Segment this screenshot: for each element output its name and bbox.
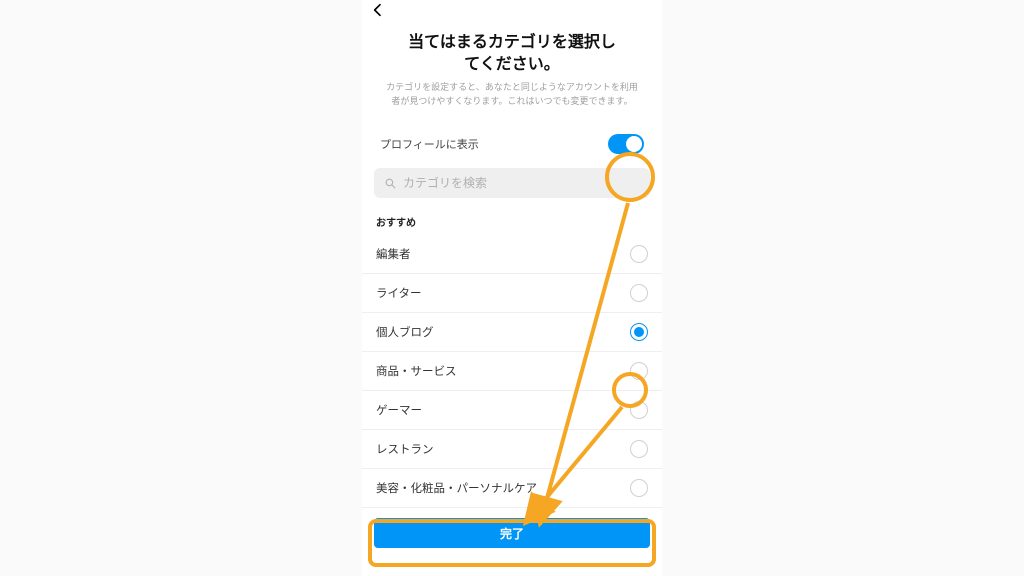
category-radio[interactable] xyxy=(630,440,648,458)
category-item[interactable]: 編集者 xyxy=(362,235,662,274)
category-item[interactable]: ゲーマー xyxy=(362,391,662,430)
back-button[interactable] xyxy=(370,2,390,22)
page-description: カテゴリを設定すると、あなたと同じようなアカウントを利用者が見つけやすくなります… xyxy=(362,81,662,126)
category-label: ライター xyxy=(376,285,422,301)
category-radio[interactable] xyxy=(630,362,648,380)
page-title: 当てはまるカテゴリを選択し てください。 xyxy=(362,24,662,81)
category-item[interactable]: 個人ブログ xyxy=(362,313,662,352)
search-icon xyxy=(384,177,397,190)
screen: 当てはまるカテゴリを選択し てください。 カテゴリを設定すると、あなたと同じよう… xyxy=(362,0,662,576)
category-label: 美容・化粧品・パーソナルケア xyxy=(376,480,537,496)
category-radio[interactable] xyxy=(630,323,648,341)
category-list: 編集者ライター個人ブログ商品・サービスゲーマーレストラン美容・化粧品・パーソナル… xyxy=(362,235,662,508)
show-on-profile-toggle[interactable] xyxy=(608,134,644,154)
category-label: 編集者 xyxy=(376,246,411,262)
search-wrap xyxy=(362,168,662,208)
footer: 完了 xyxy=(362,508,662,564)
search-box[interactable] xyxy=(374,168,650,198)
category-radio[interactable] xyxy=(630,401,648,419)
category-label: 個人ブログ xyxy=(376,324,434,340)
search-input[interactable] xyxy=(403,176,640,190)
category-label: 商品・サービス xyxy=(376,363,457,379)
chevron-left-icon xyxy=(370,2,386,18)
show-on-profile-row: プロフィールに表示 xyxy=(362,126,662,168)
category-radio[interactable] xyxy=(630,245,648,263)
category-item[interactable]: 美容・化粧品・パーソナルケア xyxy=(362,469,662,508)
show-on-profile-label: プロフィールに表示 xyxy=(380,136,479,152)
top-bar xyxy=(362,0,662,24)
category-radio[interactable] xyxy=(630,284,648,302)
category-radio[interactable] xyxy=(630,479,648,497)
category-item[interactable]: ライター xyxy=(362,274,662,313)
category-label: ゲーマー xyxy=(376,402,422,418)
done-button[interactable]: 完了 xyxy=(374,518,650,548)
suggested-label: おすすめ xyxy=(362,208,662,235)
category-label: レストラン xyxy=(376,441,434,457)
category-item[interactable]: 商品・サービス xyxy=(362,352,662,391)
category-item[interactable]: レストラン xyxy=(362,430,662,469)
